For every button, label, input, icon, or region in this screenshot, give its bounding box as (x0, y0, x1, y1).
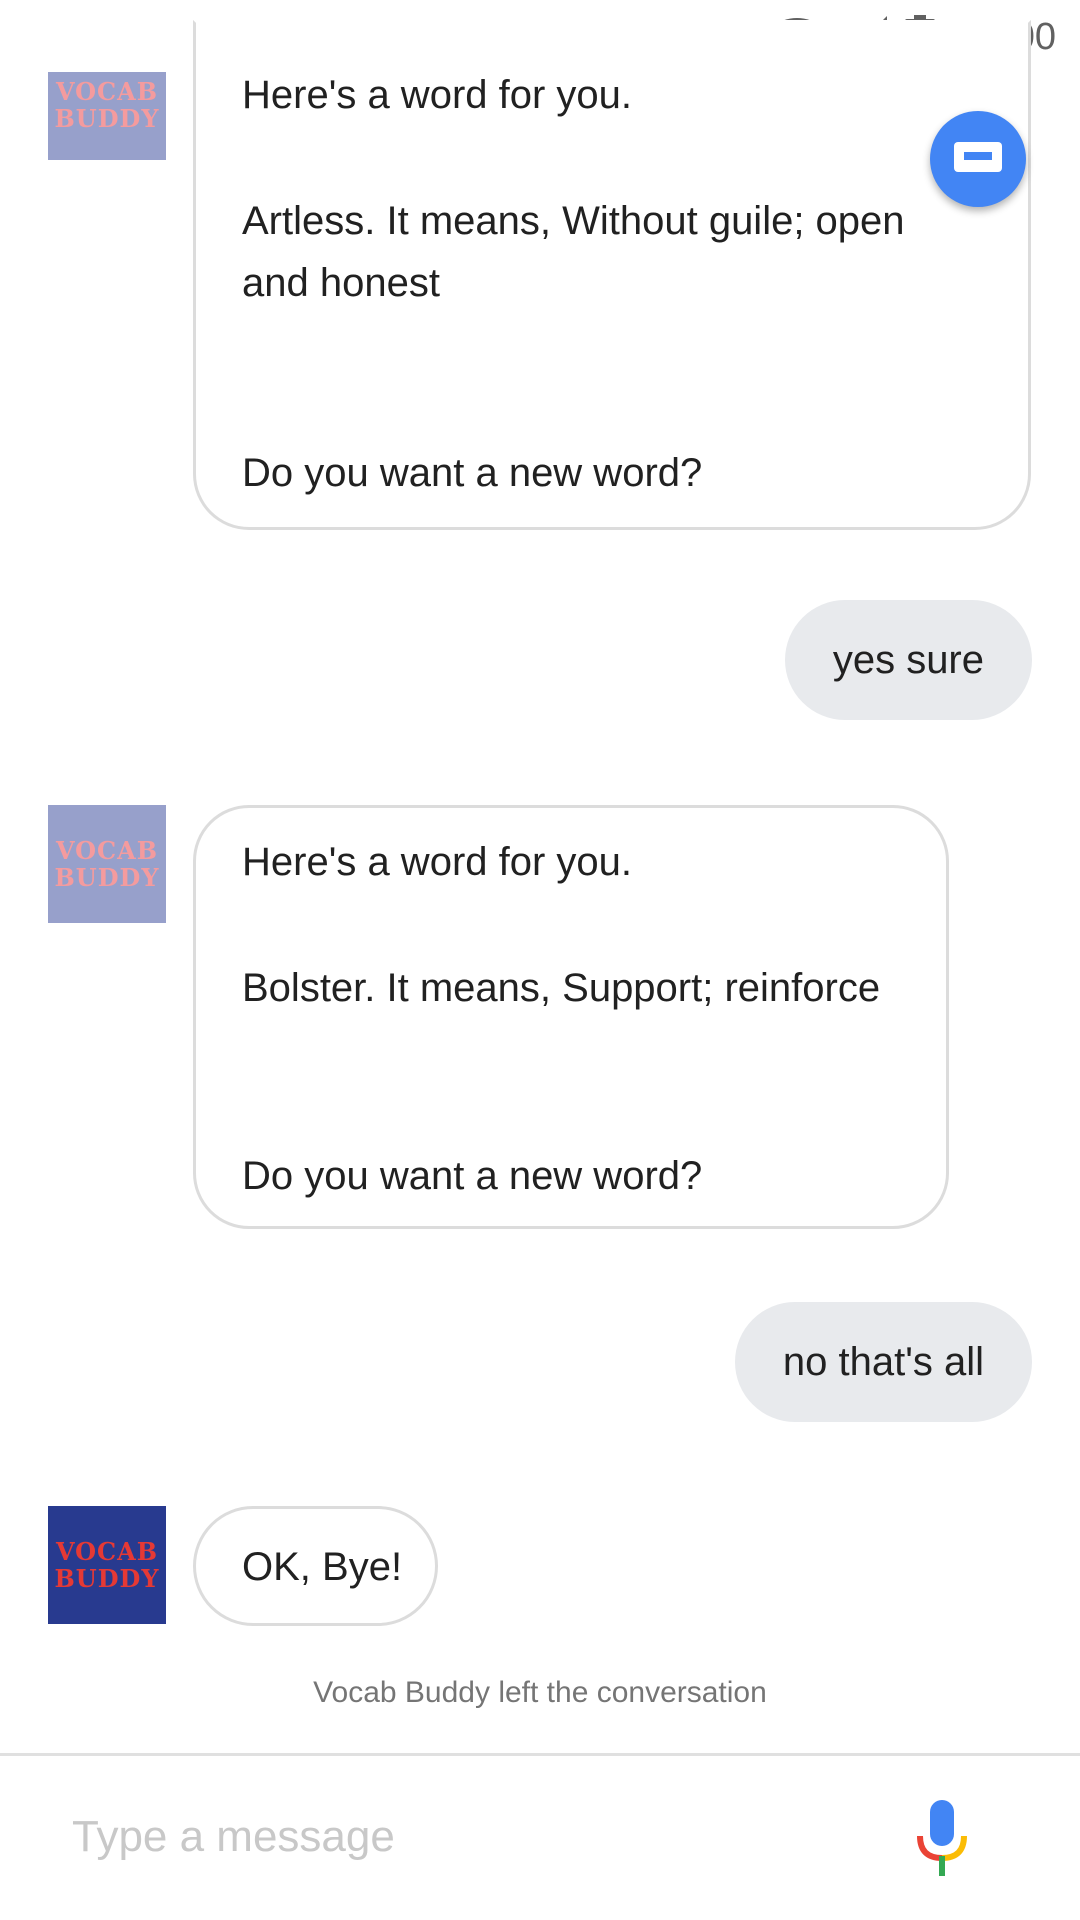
user-message: yes sure (784, 600, 1032, 720)
bot-avatar: VOCAB BUDDY (48, 72, 166, 160)
avatar-text-line2: BUDDY (54, 104, 160, 133)
message-line: Bolster. It means, Support; reinforce (242, 966, 881, 1010)
message-line: Do you want a new word? (242, 451, 703, 495)
bot-message: Here's a word for you. Artless. It means… (193, 20, 1031, 530)
conversation-ended-note: Vocab Buddy left the conversation (313, 1676, 767, 1709)
bot-message: OK, Bye! (193, 1506, 438, 1626)
bot-avatar: VOCAB BUDDY (48, 805, 166, 923)
bot-avatar: VOCAB BUDDY (48, 1506, 166, 1624)
user-message-text: no that's all (782, 1339, 984, 1384)
message-line: Artless. It means, Without guile; open (242, 199, 905, 243)
avatar-text-line2: BUDDY (54, 863, 160, 892)
user-message: no that's all (734, 1302, 1032, 1422)
avatar-text-line1: VOCAB (55, 836, 159, 865)
avatar-text-line1: VOCAB (55, 1537, 159, 1566)
message-line: Do you want a new word? (242, 1154, 703, 1198)
mic-icon (912, 1800, 972, 1884)
avatar-text-line2: BUDDY (54, 1564, 160, 1593)
bot-message: Here's a word for you. Bolster. It means… (193, 805, 949, 1229)
mic-button[interactable] (912, 1800, 972, 1880)
message-line: OK, Bye! (242, 1545, 403, 1589)
message-line: Here's a word for you. (242, 73, 633, 117)
avatar-text-line1: VOCAB (55, 77, 159, 106)
keyboard-icon (954, 141, 1002, 177)
keyboard-fab-button[interactable] (930, 111, 1026, 207)
user-message-text: yes sure (832, 637, 984, 682)
message-line: and honest (242, 261, 440, 305)
message-line: Here's a word for you. (242, 840, 633, 884)
message-composer (0, 1756, 1080, 1920)
message-input[interactable] (70, 1796, 874, 1878)
